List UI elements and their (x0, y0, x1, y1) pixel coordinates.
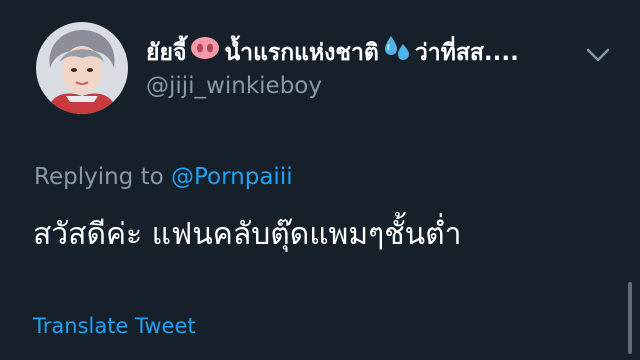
display-name-part1: ยัยจี้ (146, 39, 187, 66)
tweet: ยัยจี้ น้ำแรกแห่งชาติ ว่าที่สส.... @jiji… (0, 0, 640, 360)
sweat-droplets-emoji (383, 34, 411, 71)
display-name-part3: ว่าที่สส.... (414, 39, 519, 66)
display-name-part2: น้ำแรกแห่งชาติ (224, 39, 379, 66)
pig-nose-emoji (190, 36, 220, 69)
replying-to: Replying to @Pornpaiii (34, 160, 293, 194)
avatar[interactable] (36, 22, 128, 114)
reply-handle-link[interactable]: @Pornpaiii (171, 164, 293, 190)
replying-to-label: Replying to (34, 164, 164, 190)
scrollbar[interactable] (628, 282, 632, 354)
tweet-text: สวัสดีค่ะ แฟนคลับตุ๊ดแพมๆชั้นต่ำ (33, 217, 462, 252)
chevron-down-icon[interactable] (584, 44, 612, 66)
user-handle[interactable]: @jiji_winkieboy (146, 70, 322, 102)
display-name[interactable]: ยัยจี้ น้ำแรกแห่งชาติ ว่าที่สส.... (146, 34, 566, 71)
translate-tweet-link[interactable]: Translate Tweet (33, 311, 196, 341)
